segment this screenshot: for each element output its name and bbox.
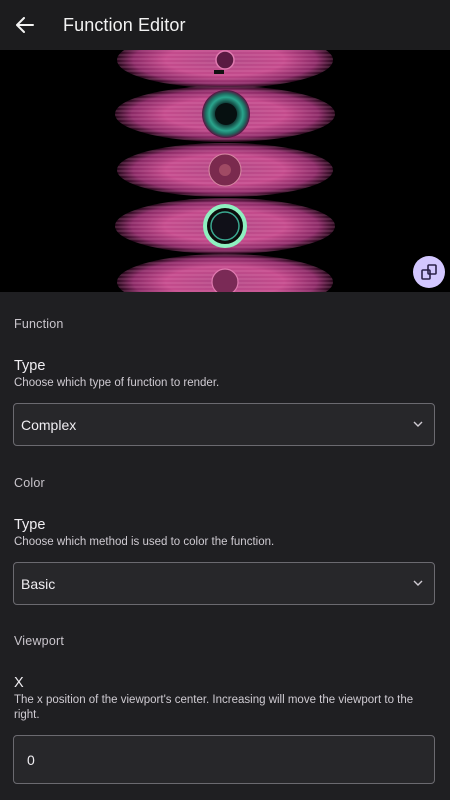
arrow-back-icon — [16, 17, 34, 33]
swap-icon — [421, 264, 437, 280]
swap-preview-button[interactable] — [413, 256, 445, 288]
page-title: Function Editor — [63, 14, 186, 35]
function-type-description: Choose which type of function to render. — [14, 377, 220, 389]
color-type-description: Choose which method is used to color the… — [14, 536, 275, 548]
function-type-dropdown[interactable]: Complex — [13, 403, 435, 446]
chevron-down-icon — [413, 421, 423, 427]
back-button[interactable] — [0, 0, 50, 50]
section-header-function: Function — [14, 317, 64, 331]
function-type-title: Type — [14, 358, 46, 374]
settings-list: Function Type Choose which type of funct… — [0, 292, 450, 800]
function-render-image — [115, 50, 335, 292]
color-type-title: Type — [14, 517, 46, 533]
color-type-dropdown[interactable]: Basic — [13, 562, 435, 605]
function-type-value: Complex — [21, 416, 77, 433]
viewport-x-value: 0 — [27, 751, 35, 768]
chevron-down-icon — [413, 580, 423, 586]
app-bar: Function Editor — [0, 0, 450, 50]
viewport-x-description: The x position of the viewport's center.… — [14, 694, 414, 721]
viewport-x-input[interactable]: 0 — [13, 735, 435, 784]
section-header-color: Color — [14, 476, 45, 490]
color-type-value: Basic — [21, 575, 56, 592]
viewport-x-title: X — [14, 675, 24, 691]
function-preview[interactable] — [0, 50, 450, 292]
section-header-viewport: Viewport — [14, 634, 65, 648]
